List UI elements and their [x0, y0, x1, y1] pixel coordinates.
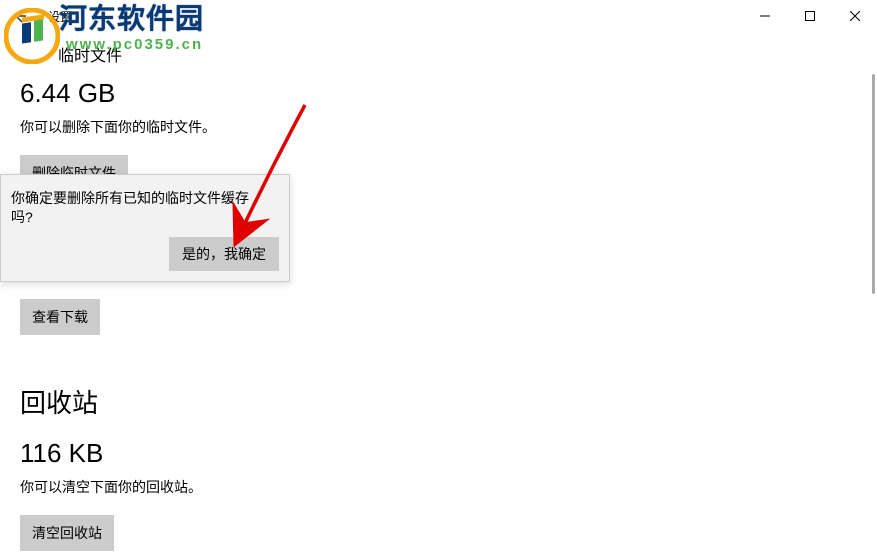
back-button[interactable]	[0, 0, 40, 32]
view-downloads-button[interactable]: 查看下载	[20, 299, 100, 335]
close-icon	[850, 11, 860, 21]
scrollbar[interactable]	[869, 74, 877, 555]
minimize-button[interactable]	[742, 0, 787, 32]
window-controls	[742, 0, 877, 32]
close-button[interactable]	[832, 0, 877, 32]
recycle-size: 116 KB	[20, 438, 857, 469]
dialog-message-line2: 吗?	[11, 209, 33, 225]
temp-files-size: 6.44 GB	[20, 78, 857, 109]
dialog-message-line1: 你确定要删除所有已知的临时文件缓存	[11, 190, 249, 206]
recycle-heading: 回收站	[20, 383, 857, 420]
maximize-icon	[805, 11, 815, 21]
dialog-message: 你确定要删除所有已知的临时文件缓存 吗?	[11, 189, 279, 227]
page-header: 临时文件	[0, 32, 877, 72]
recycle-desc: 你可以清空下面你的回收站。	[20, 477, 857, 497]
window-title: 设置	[48, 8, 72, 25]
maximize-button[interactable]	[787, 0, 832, 32]
back-arrow-icon	[12, 8, 28, 24]
confirm-yes-button[interactable]: 是的，我确定	[169, 237, 279, 271]
scrollbar-thumb[interactable]	[872, 74, 875, 294]
content-area: 6.44 GB 你可以删除下面你的临时文件。 删除临时文件 查看下载 回收站 1…	[0, 72, 877, 553]
empty-recycle-button[interactable]: 清空回收站	[20, 515, 114, 551]
minimize-icon	[760, 11, 770, 21]
temp-files-desc: 你可以删除下面你的临时文件。	[20, 117, 857, 137]
titlebar: 设置	[0, 0, 877, 32]
confirm-dialog: 你确定要删除所有已知的临时文件缓存 吗? 是的，我确定	[0, 174, 290, 282]
